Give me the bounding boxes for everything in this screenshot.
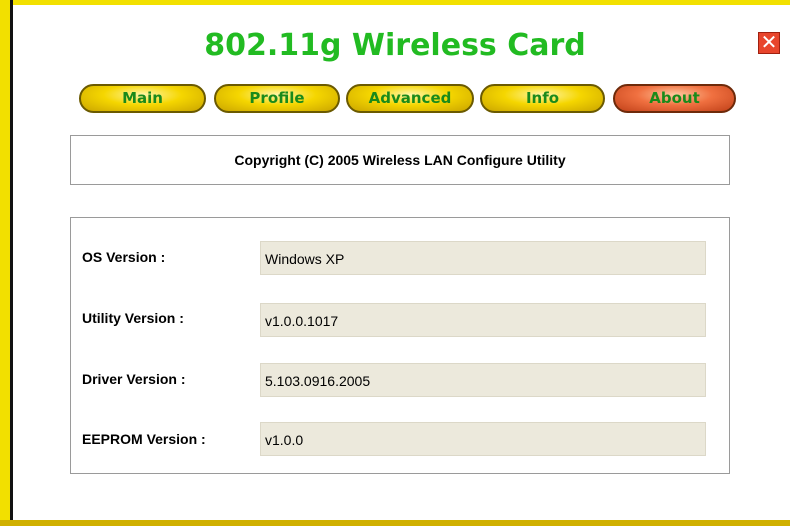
close-icon: ✕ xyxy=(760,30,778,54)
close-button[interactable]: ✕ xyxy=(758,32,780,54)
app-title: 802.11g Wireless Card xyxy=(204,28,586,63)
tab-profile[interactable]: Profile xyxy=(214,84,340,113)
driver-version-value: 5.103.0916.2005 xyxy=(260,363,706,397)
tab-info[interactable]: Info xyxy=(480,84,605,113)
os-version-value: Windows XP xyxy=(260,241,706,275)
copyright-text: Copyright (C) 2005 Wireless LAN Configur… xyxy=(234,152,566,168)
utility-version-label: Utility Version : xyxy=(82,310,184,326)
tab-advanced[interactable]: Advanced xyxy=(346,84,474,113)
tab-main[interactable]: Main xyxy=(79,84,206,113)
version-info-panel: OS Version : Windows XP Utility Version … xyxy=(70,217,730,474)
window-border-bottom xyxy=(0,520,790,526)
utility-version-value: v1.0.0.1017 xyxy=(260,303,706,337)
eeprom-version-value: v1.0.0 xyxy=(260,422,706,456)
driver-version-label: Driver Version : xyxy=(82,371,186,387)
window-border-left xyxy=(0,0,10,526)
window-border-top xyxy=(0,0,790,5)
tab-about[interactable]: About xyxy=(613,84,736,113)
eeprom-version-label: EEPROM Version : xyxy=(82,431,206,447)
os-version-label: OS Version : xyxy=(82,249,166,265)
about-window: 802.11g Wireless Card ✕ Main Profile Adv… xyxy=(0,0,790,526)
window-border-left-inner xyxy=(10,0,13,526)
copyright-panel: Copyright (C) 2005 Wireless LAN Configur… xyxy=(70,135,730,185)
